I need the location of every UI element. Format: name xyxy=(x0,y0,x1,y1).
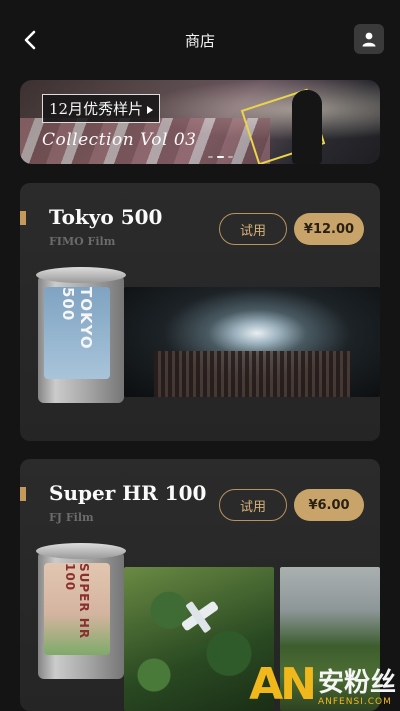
film-brand: FJ Film xyxy=(49,511,94,524)
featured-banner[interactable]: 12月优秀样片 Collection Vol 03 xyxy=(20,80,380,164)
watermark-en: ANFENSI.COM xyxy=(317,697,392,707)
user-icon xyxy=(362,32,376,47)
watermark-logo: AN xyxy=(249,659,317,710)
watermark-text: 安粉丝 ANFENSI.COM xyxy=(318,670,396,707)
page-title: 商店 xyxy=(184,32,215,50)
watermark-cn: 安粉丝 xyxy=(317,668,396,698)
top-bar: 商店 xyxy=(0,0,400,80)
profile-button[interactable] xyxy=(354,24,384,54)
carousel-dot[interactable] xyxy=(208,156,213,158)
banner-subtitle: Collection Vol 03 xyxy=(42,130,197,150)
banner-tag: 12月优秀样片 xyxy=(42,94,161,123)
canister-cap xyxy=(36,267,126,283)
film-name: Tokyo 500 xyxy=(49,205,163,229)
canister-label: SUPER HR 100 xyxy=(44,563,110,655)
carousel-dot-active[interactable] xyxy=(217,156,224,158)
price-button[interactable]: ¥12.00 xyxy=(294,213,364,245)
canister-label-text: TOKYO 500 xyxy=(59,287,95,350)
film-canister: TOKYO 500 xyxy=(36,267,126,407)
film-canister: SUPER HR 100 xyxy=(36,543,126,683)
canister-cap xyxy=(36,543,126,559)
film-card[interactable]: Tokyo 500 FIMO Film 试用 ¥12.00 TOKYO 500 xyxy=(20,183,380,441)
canister-label: TOKYO 500 xyxy=(44,287,110,379)
carousel-dots[interactable] xyxy=(208,156,233,158)
carousel-dot[interactable] xyxy=(228,156,233,158)
price-button[interactable]: ¥6.00 xyxy=(294,489,364,521)
film-brand: FIMO Film xyxy=(49,235,116,248)
film-name: Super HR 100 xyxy=(49,481,207,505)
try-button[interactable]: 试用 xyxy=(219,489,287,521)
airplane-shape xyxy=(180,600,220,632)
canister-label-text: SUPER HR 100 xyxy=(63,563,91,640)
banner-tag-label: 12月优秀样片 xyxy=(49,100,144,118)
card-accent-bar xyxy=(20,487,26,501)
sample-photo-tunnel xyxy=(124,287,380,397)
banner-image-figure xyxy=(292,90,322,164)
site-watermark: AN 安粉丝 ANFENSI.COM xyxy=(249,663,396,707)
card-accent-bar xyxy=(20,211,26,225)
try-button[interactable]: 试用 xyxy=(219,213,287,245)
play-icon xyxy=(147,106,154,114)
